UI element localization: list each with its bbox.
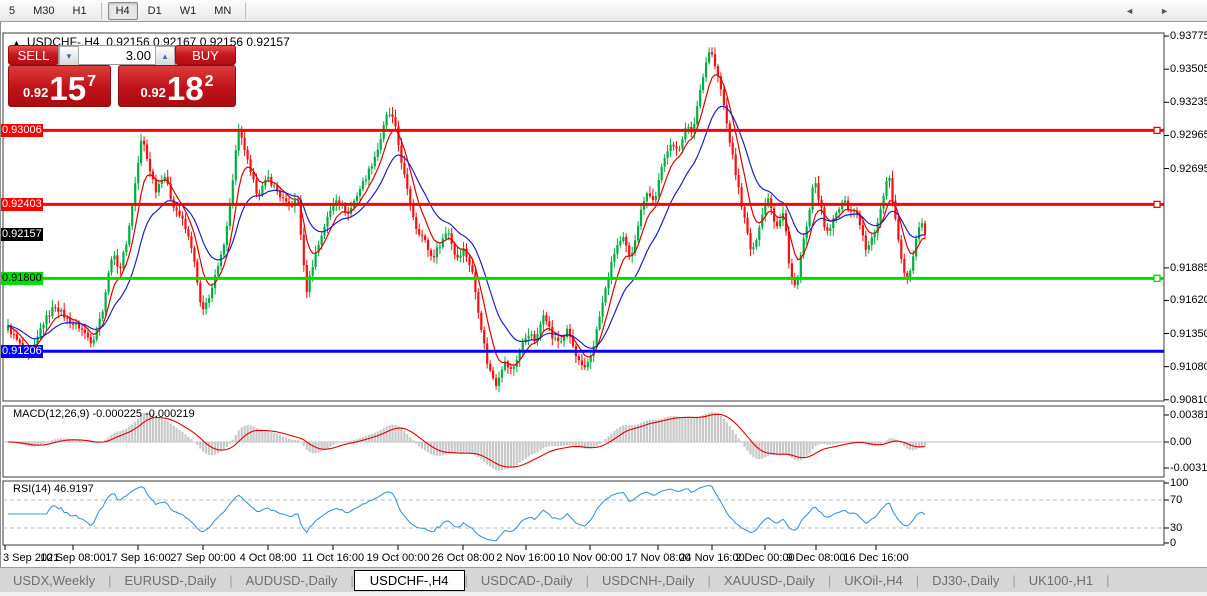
macd-axis-label: 0.003811 xyxy=(1170,409,1207,421)
timeframe-button-mn[interactable]: MN xyxy=(206,2,239,20)
sell-price-pip: 7 xyxy=(87,73,96,90)
chart-tab-usdx-weekly[interactable]: USDX,Weekly xyxy=(0,570,108,591)
chart-window: 0.93775 0.93505 0.93235 0.92965 0.92695 0.918… xyxy=(0,22,1207,567)
buy-price-prefix: 0.92 xyxy=(140,85,166,100)
terminal-window: 5 M30 H1 H4 D1 W1 MN 0.93775 0.93505 0.93235 0.92… xyxy=(0,0,1207,596)
price-badge: 0.92157 xyxy=(0,228,43,242)
time-axis-label: 10 Sep 08:00 xyxy=(40,552,106,564)
window-left-edge xyxy=(0,22,1,567)
price-axis-label: 0.93505 xyxy=(1170,63,1207,76)
time-axis-label: 2 Nov 16:00 xyxy=(496,552,556,564)
time-axis-label: 11 Oct 16:00 xyxy=(301,552,365,564)
macd-axis-label: 0.00 xyxy=(1170,436,1192,448)
sell-price-big: 15 xyxy=(49,70,87,107)
chart-tab-uk100-h1[interactable]: UK100-,H1 xyxy=(1016,570,1106,591)
tab-separator: | xyxy=(1106,573,1110,588)
macd-indicator-label: MACD(12,26,9) -0.000225 -0.000219 xyxy=(13,408,195,420)
price-axis-label: 0.91350 xyxy=(1170,327,1207,340)
timeframe-button-m30[interactable]: M30 xyxy=(25,2,62,20)
chart-tab-bar: USDX,Weekly | EURUSD-,Daily | AUDUSD-,Daily |… xyxy=(0,567,1207,593)
price-badge: 0.91800 xyxy=(0,271,43,285)
buy-price-display[interactable]: 0.92 18 2 xyxy=(118,65,236,107)
price-axis-label: 0.90810 xyxy=(1170,393,1207,406)
price-axis-label: 0.91885 xyxy=(1170,261,1207,274)
chart-tab-audusd-daily[interactable]: AUDUSD-,Daily xyxy=(233,570,351,591)
timeframe-button-w1[interactable]: W1 xyxy=(172,2,205,20)
rsi-indicator-label: RSI(14) 46.9197 xyxy=(13,483,94,495)
price-badge: 0.92403 xyxy=(0,197,43,211)
status-strip xyxy=(0,592,1207,596)
toolbar-separator xyxy=(245,2,247,19)
time-axis-label: 17 Sep 16:00 xyxy=(105,552,171,564)
rsi-axis-label: 30 xyxy=(1170,522,1183,534)
price-axis-label: 0.93235 xyxy=(1170,96,1207,109)
price-axis-label: 0.93775 xyxy=(1170,30,1207,43)
volume-decrease-button[interactable]: ▼ xyxy=(59,46,79,66)
buy-button[interactable]: BUY xyxy=(175,45,236,65)
rsi-axis-label: 0 xyxy=(1170,537,1177,549)
volume-stepper: ▼ ▲ xyxy=(58,45,176,66)
time-axis-label: 26 Oct 08:00 xyxy=(431,552,495,564)
buy-price-pip: 2 xyxy=(204,73,214,90)
timeframe-button-d1[interactable]: D1 xyxy=(140,2,170,20)
rsi-axis-label: 70 xyxy=(1170,494,1183,506)
timeframe-button-h1[interactable]: H1 xyxy=(65,2,95,20)
chart-tab-eurusd-daily[interactable]: EURUSD-,Daily xyxy=(112,570,230,591)
sell-price-prefix: 0.92 xyxy=(23,85,49,100)
chart-tab-usdcnh-daily[interactable]: USDCNH-,Daily xyxy=(589,570,707,591)
timeframe-button-h4[interactable]: H4 xyxy=(107,1,138,20)
sell-price-display[interactable]: 0.92 15 7 xyxy=(8,65,111,107)
sell-button[interactable]: SELL xyxy=(8,45,59,65)
rsi-axis-label: 100 xyxy=(1170,477,1189,489)
buy-price-big: 18 xyxy=(166,70,204,107)
timeframe-toolbar: 5 M30 H1 H4 D1 W1 MN xyxy=(0,0,1207,22)
time-axis-label: 10 Nov 00:00 xyxy=(557,552,623,564)
time-axis-label: 9 Dec 08:00 xyxy=(786,552,846,564)
macd-axis-label: -0.003115 xyxy=(1170,462,1207,474)
time-axis-label: 4 Oct 08:00 xyxy=(239,552,297,564)
volume-increase-button[interactable]: ▲ xyxy=(155,46,175,66)
chart-tab-usdchf-h4[interactable]: USDCHF-,H4 xyxy=(353,569,465,591)
price-axis-label: 0.91620 xyxy=(1170,294,1207,307)
price-axis-label: 0.92965 xyxy=(1170,129,1207,142)
chart-tab-xauusd-daily[interactable]: XAUUSD-,Daily xyxy=(711,570,828,591)
price-axis-label: 0.91080 xyxy=(1170,360,1207,373)
time-axis-label: 16 Dec 16:00 xyxy=(843,552,909,564)
price-badge: 0.91206 xyxy=(0,344,43,358)
chart-tab-dj30-daily[interactable]: DJ30-,Daily xyxy=(919,570,1012,591)
time-axis-label: 27 Sep 00:00 xyxy=(170,552,236,564)
price-axis-label: 0.92695 xyxy=(1170,162,1207,175)
chart-tab-ukoil-h4[interactable]: UKOil-,H4 xyxy=(831,570,916,591)
chart-tab-usdcad-daily[interactable]: USDCAD-,Daily xyxy=(468,570,586,591)
toolbar-separator xyxy=(100,2,102,19)
time-axis-label: 19 Oct 00:00 xyxy=(366,552,430,564)
price-badge: 0.93006 xyxy=(0,123,43,137)
tab-scroll-arrows[interactable]: ◄► xyxy=(1125,6,1195,16)
volume-input[interactable] xyxy=(79,46,155,64)
timeframe-button-5[interactable]: 5 xyxy=(1,2,23,20)
